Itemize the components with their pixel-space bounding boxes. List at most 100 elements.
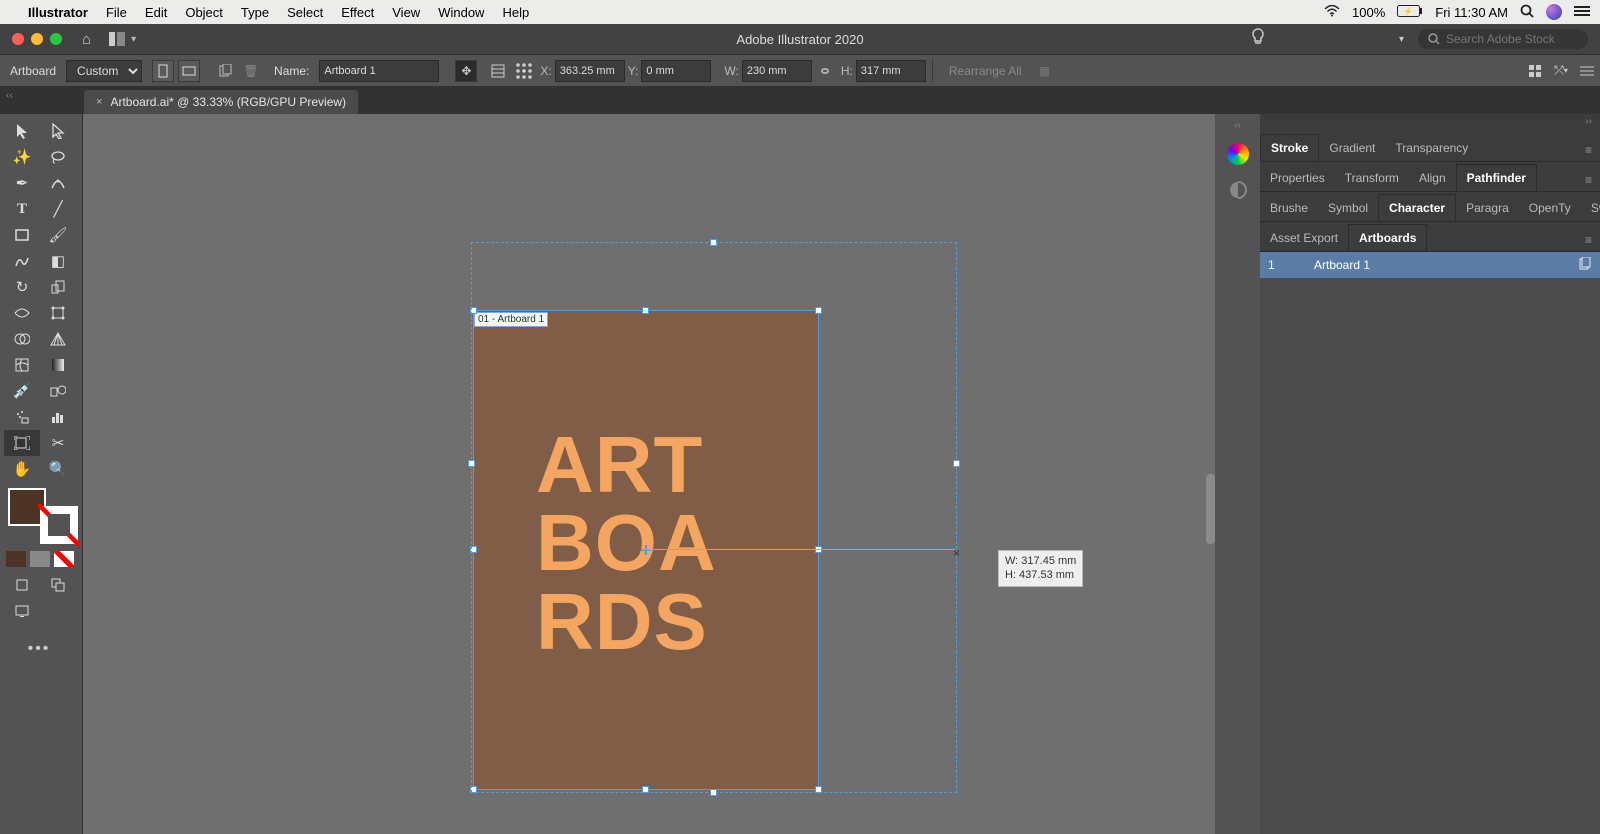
artboard-preset-select[interactable]: Custom [66,60,142,82]
menu-app-name[interactable]: Illustrator [28,5,88,20]
menu-type[interactable]: Type [241,5,269,20]
width-tool[interactable] [4,300,40,326]
dock-expand-icon[interactable]: ‹‹ [1234,120,1241,131]
none-mode-button[interactable] [54,551,74,567]
menu-help[interactable]: Help [502,5,529,20]
color-panel-icon[interactable] [1225,141,1251,167]
orientation-landscape-button[interactable] [178,60,200,82]
canvas-scrollbar-thumb[interactable] [1206,474,1215,544]
eraser-tool[interactable]: ◧ [40,248,76,274]
artboard-options-icon[interactable] [1578,257,1592,274]
type-tool[interactable]: T [4,196,40,222]
document-tab[interactable]: × Artboard.ai* @ 33.33% (RGB/GPU Preview… [84,90,358,114]
column-graph-tool[interactable] [40,404,76,430]
panel-menu-icon[interactable]: ≡ [1577,229,1600,251]
paintbrush-tool[interactable]: 🖌 [40,222,76,248]
direct-selection-tool[interactable] [40,118,76,144]
menu-object[interactable]: Object [185,5,223,20]
edit-toolbar-button[interactable]: ••• [4,640,74,658]
stroke-swatch[interactable] [40,506,78,544]
magic-wand-tool[interactable]: ✨ [4,144,40,170]
color-guide-panel-icon[interactable] [1225,177,1251,203]
arrange-chevron-icon[interactable]: ▾ [131,34,136,45]
draw-behind-button[interactable] [40,572,76,598]
slice-tool[interactable]: ✂ [40,430,76,456]
blend-tool[interactable] [40,378,76,404]
panel-menu-icon[interactable]: ≡ [1577,169,1600,191]
artboard-name-input[interactable] [319,60,439,82]
close-tab-icon[interactable]: × [96,96,102,108]
menu-window[interactable]: Window [438,5,484,20]
tab-asset-export[interactable]: Asset Export [1260,224,1348,251]
align-pixel-grid-icon[interactable] [1524,60,1546,82]
stock-search[interactable] [1418,29,1588,49]
shaper-tool[interactable] [4,248,40,274]
tab-transparency[interactable]: Transparency [1385,134,1478,161]
selection-tool[interactable] [4,118,40,144]
y-input[interactable] [641,60,711,82]
tab-align[interactable]: Align [1409,164,1456,191]
rearrange-grid-icon[interactable]: ▦ [1034,60,1056,82]
panel-menu-icon[interactable] [1576,60,1598,82]
mesh-tool[interactable] [4,352,40,378]
rectangle-tool[interactable] [4,222,40,248]
zoom-tool[interactable]: 🔍 [40,456,76,482]
delete-artboard-button[interactable]: 🗑 [240,60,262,82]
move-artwork-toggle[interactable]: ✥ [455,60,477,82]
tab-gradient[interactable]: Gradient [1319,134,1385,161]
tab-transform[interactable]: Transform [1335,164,1409,191]
gradient-tool[interactable] [40,352,76,378]
shape-builder-tool[interactable] [4,326,40,352]
fullscreen-window-button[interactable] [50,33,62,45]
tab-stroke[interactable]: Stroke [1260,134,1319,161]
w-input[interactable] [742,60,812,82]
artboard-list-row[interactable]: 1 Artboard 1 [1260,252,1600,278]
color-mode-button[interactable] [6,551,26,567]
tab-swatches[interactable]: Swatche [1581,194,1600,221]
close-window-button[interactable] [12,33,24,45]
line-tool[interactable]: ╱ [40,196,76,222]
discover-icon[interactable] [1250,28,1266,50]
canvas[interactable]: 01 - Artboard 1 ART BOA RDS × W: 317.45 … [83,114,1215,834]
draw-normal-button[interactable] [4,572,40,598]
fill-stroke-swatches[interactable] [8,488,78,544]
menu-file[interactable]: File [106,5,127,20]
panels-collapse-icon[interactable]: ›› [1260,114,1600,132]
free-transform-tool[interactable] [40,300,76,326]
pen-tool[interactable]: ✒ [4,170,40,196]
tab-paragraph[interactable]: Paragra [1456,194,1519,221]
tab-artboards[interactable]: Artboards [1348,224,1427,251]
toolbar-expand-icon[interactable]: ‹‹ [6,90,13,101]
menu-select[interactable]: Select [287,5,323,20]
tab-opentype[interactable]: OpenTy [1519,194,1581,221]
scale-tool[interactable] [40,274,76,300]
tab-properties[interactable]: Properties [1260,164,1335,191]
tab-pathfinder[interactable]: Pathfinder [1456,164,1537,191]
reference-point-button[interactable] [513,60,535,82]
artboard-options-button[interactable] [487,60,509,82]
eyedropper-tool[interactable]: 💉 [4,378,40,404]
curvature-tool[interactable] [40,170,76,196]
rearrange-button[interactable]: Rearrange All [939,64,1032,78]
screen-mode-button[interactable] [4,598,40,624]
tab-character[interactable]: Character [1378,194,1456,221]
stock-search-input[interactable] [1446,32,1576,46]
transform-each-icon[interactable]: ⤱▾ [1550,60,1572,82]
menu-edit[interactable]: Edit [145,5,167,20]
menu-effect[interactable]: Effect [341,5,374,20]
perspective-grid-tool[interactable] [40,326,76,352]
home-icon[interactable]: ⌂ [82,31,91,48]
x-input[interactable] [555,60,625,82]
tab-brushes[interactable]: Brushe [1260,194,1318,221]
orientation-portrait-button[interactable] [152,60,174,82]
panel-menu-icon[interactable]: ≡ [1577,139,1600,161]
arrange-documents-icon[interactable] [109,32,125,46]
symbol-sprayer-tool[interactable] [4,404,40,430]
link-wh-toggle[interactable] [814,60,836,82]
h-input[interactable] [856,60,926,82]
gradient-mode-button[interactable] [30,551,50,567]
hand-tool[interactable]: ✋ [4,456,40,482]
artboard-tool[interactable] [4,430,40,456]
tab-symbols[interactable]: Symbol [1318,194,1378,221]
new-artboard-button[interactable] [214,60,236,82]
